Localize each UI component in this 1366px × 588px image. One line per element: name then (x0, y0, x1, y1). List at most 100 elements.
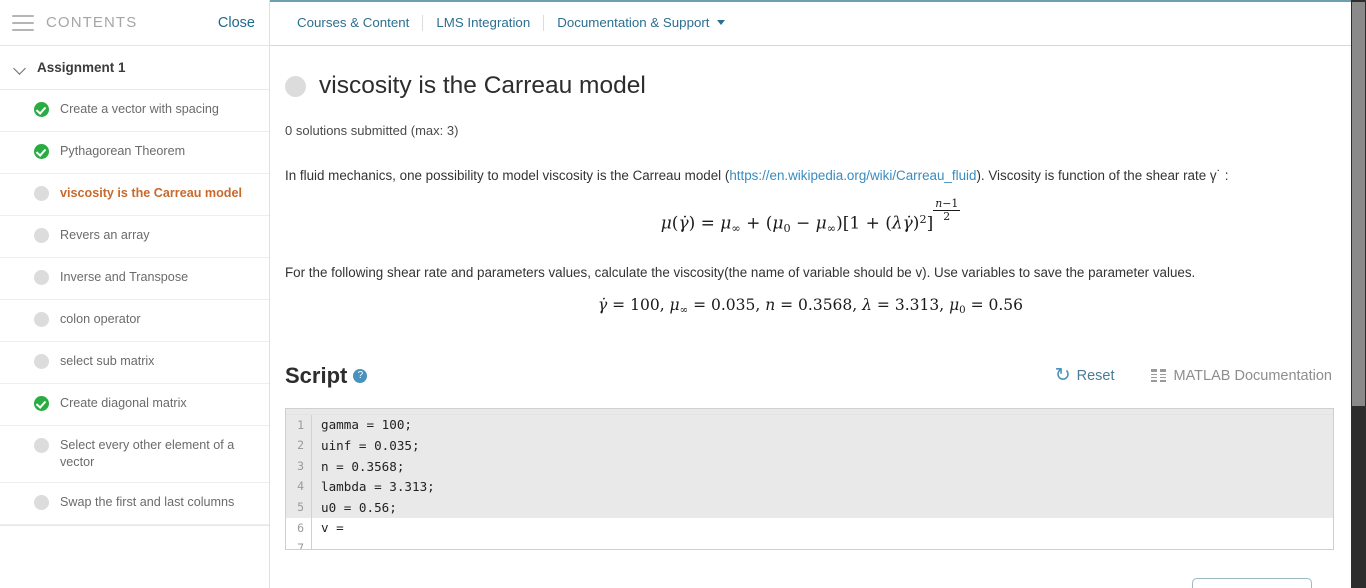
sidebar-item-6[interactable]: select sub matrix (0, 342, 269, 384)
sidebar-item-label: select sub matrix (60, 354, 155, 368)
status-pending-icon (34, 228, 49, 243)
topnav-label: Documentation & Support (557, 14, 710, 30)
problem-status-badge (285, 75, 306, 97)
sidebar-item-0[interactable]: Create a vector with spacing (0, 90, 269, 132)
code-text[interactable]: v = (312, 520, 344, 535)
sidebar-item-4[interactable]: Inverse and Transpose (0, 258, 269, 300)
status-pending-icon (34, 186, 49, 201)
hamburger-icon[interactable] (12, 14, 34, 31)
code-lines[interactable]: 1 gamma = 100; 2 uinf = 0.035; 3 n = 0.3568; 4… (286, 414, 1333, 549)
sidebar-item-7[interactable]: Create diagonal matrix (0, 384, 269, 426)
help-icon[interactable]: ? (353, 368, 368, 383)
status-pending-icon (34, 312, 49, 327)
sidebar-item-label: Pythagorean Theorem (60, 144, 186, 158)
sidebar-item-label: viscosity is the Carreau model (60, 186, 242, 200)
sidebar-item-8[interactable]: Select every other element of a vector (0, 426, 269, 483)
sidebar-item-label: Select every other element of a vector (60, 438, 235, 469)
code-text[interactable]: lambda = 3.313; (312, 479, 435, 494)
code-line[interactable]: 2 uinf = 0.035; (286, 435, 1333, 456)
sidebar-item-1[interactable]: Pythagorean Theorem (0, 132, 269, 174)
submit-button-partial[interactable] (1192, 578, 1312, 588)
carreau-equation: μ(γ̇) = μ∞ + (μ0 − μ∞)[1 + (λγ̇)2] n−1 2 (660, 197, 961, 236)
param-gamma-dot: 100 (630, 295, 660, 314)
code-line[interactable]: 1 gamma = 100; (286, 414, 1333, 436)
code-text[interactable]: u0 = 0.56; (312, 500, 397, 515)
problem-header: viscosity is the Carreau model (285, 46, 1336, 117)
chevron-down-icon (12, 60, 28, 76)
sidebar-item-label: Revers an array (60, 228, 150, 242)
reset-label: Reset (1076, 367, 1115, 384)
sidebar-item-9[interactable]: Swap the first and last columns (0, 483, 269, 525)
page-title: viscosity is the Carreau model (319, 72, 646, 100)
intro-text-before-link: In fluid mechanics, one possibility to m… (285, 167, 730, 183)
code-line[interactable]: 6v = (286, 517, 1333, 539)
solutions-submitted-status: 0 solutions submitted (max: 3) (285, 122, 459, 138)
param-mu-0: 0.56 (988, 295, 1024, 314)
code-line[interactable]: 5 u0 = 0.56; (286, 497, 1333, 518)
line-number: 7 (286, 538, 312, 549)
param-lambda: 3.313 (894, 295, 940, 314)
page-root: CONTENTS Close Assignment 1 Create a vec… (0, 0, 1366, 588)
matlab-documentation-button[interactable]: MATLAB Documentation (1150, 367, 1333, 384)
code-text[interactable]: gamma = 100; (312, 417, 412, 432)
param-n: 0.3568 (798, 295, 853, 314)
refresh-icon: ↻ (1054, 364, 1071, 387)
topnav-item-lms-integration[interactable]: LMS Integration (423, 14, 545, 31)
assignment-group-header[interactable]: Assignment 1 (0, 46, 269, 90)
topnav-item-documentation-support[interactable]: Documentation & Support (544, 15, 738, 31)
sidebar-header: CONTENTS Close (0, 0, 269, 46)
top-navigation-bar: Courses & Content LMS Integration Docume… (270, 0, 1366, 46)
sidebar-item-label: Inverse and Transpose (60, 270, 189, 284)
topnav-label: Courses & Content (297, 14, 410, 30)
sidebar-item-label: Create a vector with spacing (60, 102, 219, 116)
main-content: viscosity is the Carreau model 0 solutio… (270, 46, 1366, 588)
status-pending-icon (34, 438, 49, 453)
sidebar-item-label: Swap the first and last columns (60, 495, 235, 509)
problem-list: Create a vector with spacing Pythagorean … (0, 90, 269, 525)
param-mu-inf: 0.035 (710, 295, 756, 314)
script-toolbar: Script ? ↻ Reset MATLAB Documentation (285, 363, 1336, 389)
chevron-down-icon (717, 20, 726, 25)
sidebar-item-label: Create diagonal matrix (60, 396, 187, 410)
code-text[interactable]: n = 0.3568; (312, 459, 404, 474)
sidebar-footer (0, 525, 269, 569)
matlab-documentation-label: MATLAB Documentation (1173, 367, 1333, 384)
reset-button[interactable]: ↻ Reset (1054, 364, 1115, 387)
parameter-values-equation: γ̇ = 100, μ∞ = 0.035, n = 0.3568, λ = 3.… (597, 295, 1024, 316)
contents-label: CONTENTS (46, 14, 138, 31)
status-pending-icon (34, 354, 49, 369)
sidebar-item-label: colon operator (60, 312, 141, 326)
page-scrollbar[interactable] (1351, 0, 1366, 588)
status-pending-icon (34, 495, 49, 510)
status-complete-icon (34, 144, 49, 159)
intro-text-after-link: ). Viscosity is function of the shear ra… (976, 167, 1229, 183)
contents-sidebar: CONTENTS Close Assignment 1 Create a vec… (0, 0, 270, 588)
line-number: 3 (286, 455, 312, 477)
status-complete-icon (34, 102, 49, 117)
problem-instruction-text: For the following shear rate and paramet… (285, 265, 1196, 281)
code-line[interactable]: 4 lambda = 3.313; (286, 476, 1333, 498)
line-number: 1 (286, 414, 312, 436)
line-number: 6 (286, 517, 312, 539)
code-editor[interactable]: 1 gamma = 100; 2 uinf = 0.035; 3 n = 0.3568; 4… (285, 407, 1334, 550)
line-number: 4 (286, 476, 312, 498)
book-icon (1150, 369, 1166, 383)
script-heading: Script (285, 362, 348, 388)
close-button[interactable]: Close (218, 15, 255, 31)
assignment-title: Assignment 1 (37, 60, 126, 75)
topnav-label: LMS Integration (436, 14, 531, 30)
status-pending-icon (34, 270, 49, 285)
line-number: 2 (286, 435, 312, 456)
topnav-item-courses-content[interactable]: Courses & Content (284, 14, 424, 31)
sidebar-item-5[interactable]: colon operator (0, 300, 269, 342)
problem-intro-text: In fluid mechanics, one possibility to m… (285, 167, 1336, 185)
line-number: 5 (286, 497, 312, 518)
sidebar-item-2[interactable]: viscosity is the Carreau model (0, 174, 269, 216)
status-complete-icon (34, 396, 49, 411)
code-line[interactable]: 3n = 0.3568; (286, 455, 1333, 477)
code-text[interactable]: uinf = 0.035; (312, 438, 420, 453)
code-line[interactable]: 7 (286, 538, 1333, 549)
page-scrollbar-thumb[interactable] (1352, 2, 1365, 406)
sidebar-item-3[interactable]: Revers an array (0, 216, 269, 258)
carreau-fluid-link[interactable]: https://en.wikipedia.org/wiki/Carreau_fl… (729, 168, 976, 183)
